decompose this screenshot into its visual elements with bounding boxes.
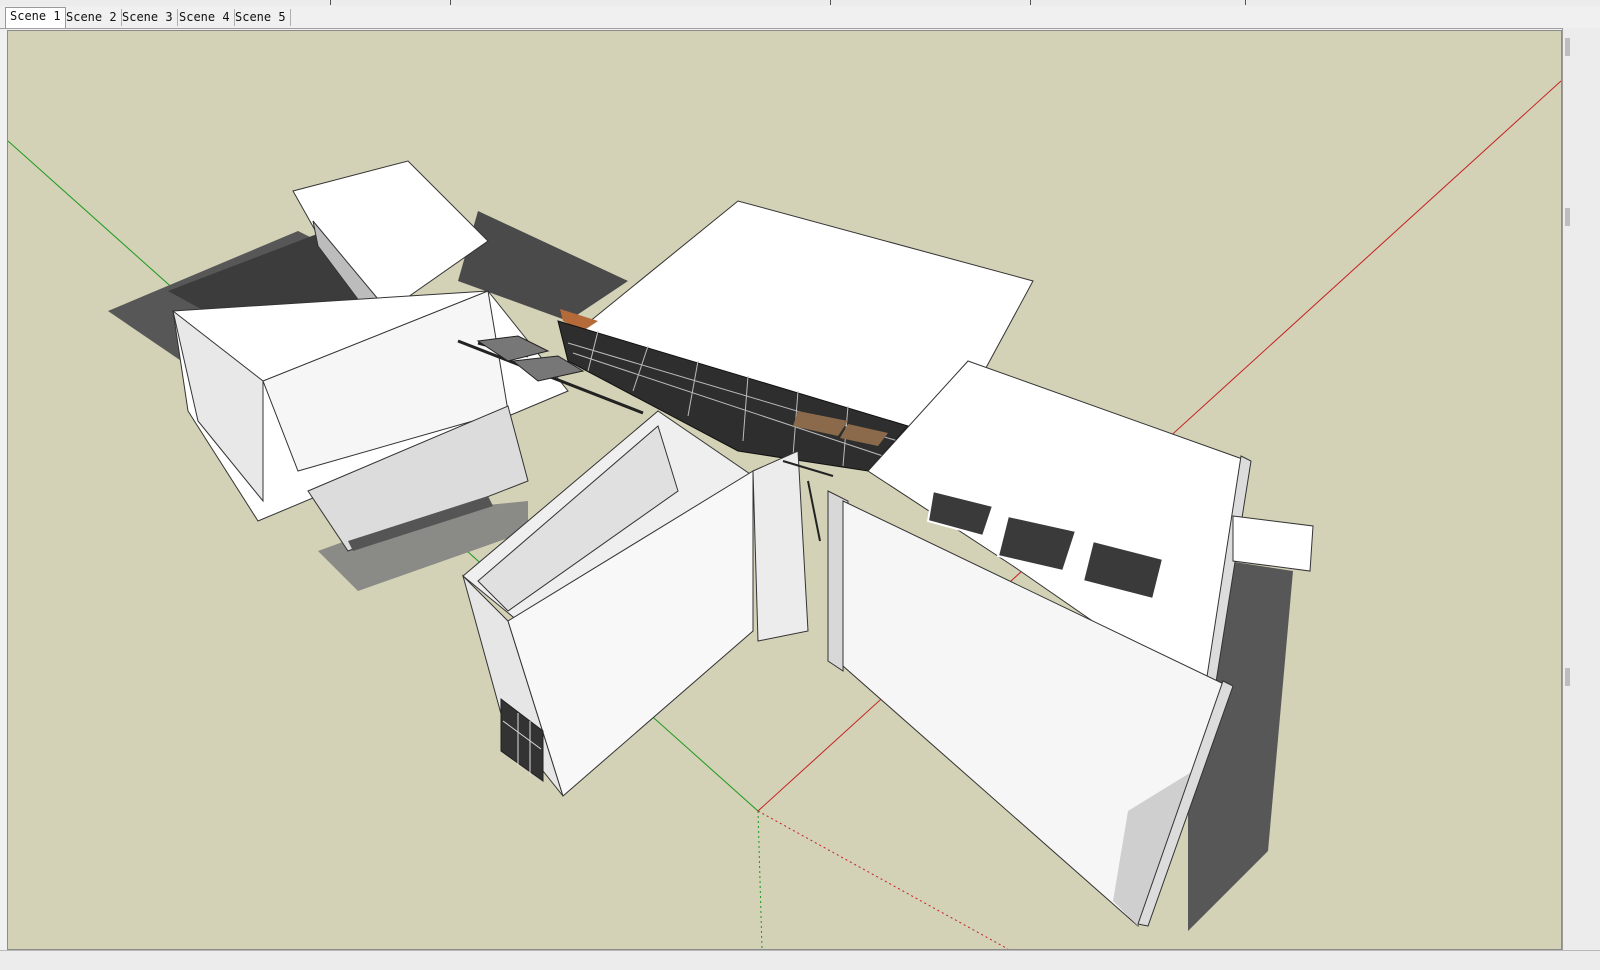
toolbar-separator — [1245, 0, 1246, 5]
status-bar — [0, 950, 1600, 970]
tab-scene-1[interactable]: Scene 1 — [5, 7, 66, 28]
tray-handle[interactable] — [1565, 38, 1570, 56]
tab-scene-2[interactable]: Scene 2 — [62, 9, 122, 26]
toolbar-separator — [1030, 0, 1031, 5]
right-side-slab — [1232, 515, 1314, 572]
tab-scene-4[interactable]: Scene 4 — [175, 9, 235, 26]
tray-handle[interactable] — [1565, 668, 1570, 686]
center-column — [752, 450, 809, 642]
model-canvas[interactable] — [8, 31, 1561, 949]
right-tray — [1562, 28, 1600, 953]
toolbar-separator — [330, 0, 331, 5]
scene-tab-bar: Scene 1 Scene 2 Scene 3 Scene 4 Scene 5 — [0, 6, 1600, 29]
toolbar-separator — [830, 0, 831, 5]
toolbar-separator — [450, 0, 451, 5]
tab-scene-5[interactable]: Scene 5 — [231, 9, 291, 26]
modeling-viewport[interactable] — [7, 30, 1562, 950]
tray-handle[interactable] — [1565, 208, 1570, 226]
tab-scene-3[interactable]: Scene 3 — [118, 9, 178, 26]
